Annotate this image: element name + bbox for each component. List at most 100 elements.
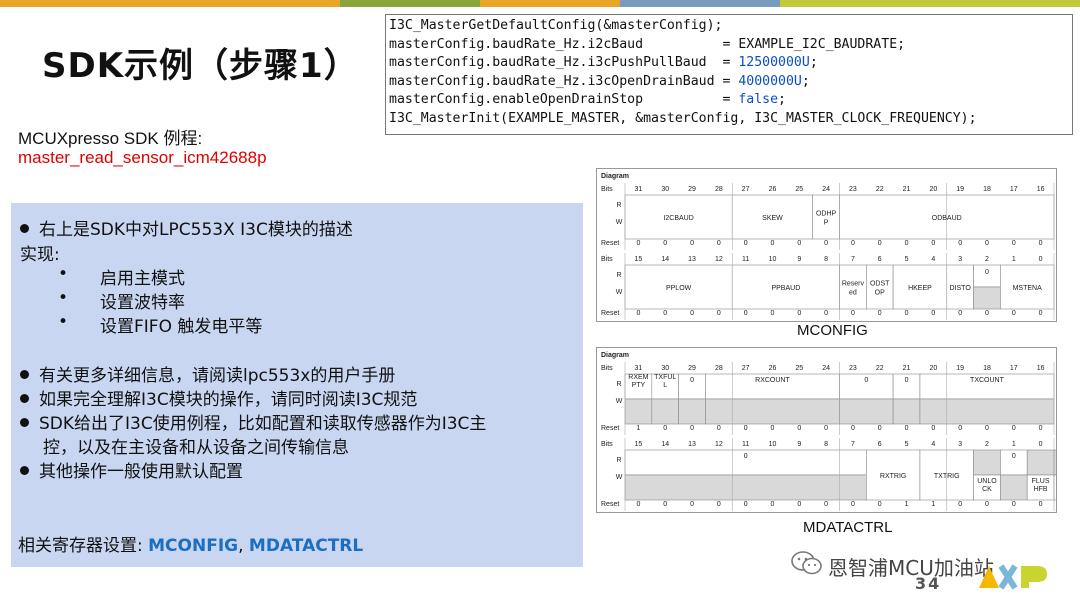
reset-value: 0 [717,240,721,247]
write-label: W [616,398,623,405]
reset-value: 1 [931,501,935,508]
reset-value: 0 [797,425,801,432]
reset-value: 0 [690,240,694,247]
bullet-text-continued: 控，以及在主设备和从设备之间传输信息 [43,438,349,458]
read-label: R [616,272,621,279]
reset-value: 0 [690,501,694,508]
diagram-title: Diagram [601,352,629,359]
sub-bullet-icon: • [58,288,69,308]
code-value: 4000000U [738,73,802,89]
field-write-reserved [919,398,1055,425]
reset-value: 0 [931,310,935,317]
field-name: PPBAUD [771,285,800,292]
reset-value: 0 [744,310,748,317]
field-name: TXFUL [654,374,676,381]
code-value: 12500000U [738,55,810,71]
bullet-dot-icon [20,369,29,379]
reset-value: 0 [878,240,882,247]
bullet-item: 右上是SDK中对LPC553X I3C模块的描述 [20,215,353,240]
reset-value: 0 [744,240,748,247]
reset-value: 0 [663,310,667,317]
bit-number: 22 [876,186,884,193]
register-diagram-svg: DiagramBits 31 30 29 28 27 26 25 24 23 22 21 20 19 18 1… [601,352,1056,511]
bit-number: 5 [905,441,909,448]
bit-number: 20 [929,186,937,193]
bit-number: 22 [876,365,884,372]
reset-value: 0 [878,310,882,317]
bit-number: 21 [903,365,911,372]
bit-number: 23 [849,186,857,193]
code-line: I3C_MasterInit(EXAMPLE_MASTER, &masterCo… [389,110,977,126]
code-line: I3C_MasterGetDefaultConfig(&masterConfig… [389,18,723,33]
register-link-mconfig[interactable]: MCONFIG [148,536,238,556]
bit-number: 18 [983,365,991,372]
bullet-item: 有关更多详细信息，请阅读lpc553x的用户手册 [20,361,395,386]
bullet-dot-icon [20,417,29,427]
reset-value: 0 [663,240,667,247]
bullet-dot-icon [20,465,29,475]
reset-label: Reset [601,240,619,247]
impl-label: 实现: [20,245,60,265]
top-color-bar [0,0,1080,7]
bullet-text: 有关更多详细信息，请阅读lpc553x的用户手册 [39,366,396,386]
bit-number: 27 [742,186,750,193]
bits-label: Bits [601,186,613,193]
reset-value: 0 [931,425,935,432]
bit-number: 27 [742,365,750,372]
reset-value: 0 [797,240,801,247]
reset-value: 0 [985,310,989,317]
bullet-item: 如果完全理解I3C模块的操作，请同时阅读I3C规范 [20,385,417,410]
bit-number: 16 [1037,365,1045,372]
bit-number: 24 [822,186,830,193]
reset-value: 0 [636,240,640,247]
bit-number: 4 [931,441,935,448]
field-name: ed [849,290,857,297]
reset-value: 0 [1039,240,1043,247]
reset-value: 0 [985,240,989,247]
reset-value: 0 [797,310,801,317]
mdatactrl-register-diagram: Diagram Bits 31 30 29 28 27 26 25 24 23 22 21 20 19 18 1… [596,347,1057,513]
bit-number: 26 [769,365,777,372]
reset-value: 0 [878,425,882,432]
bit-number: 25 [795,365,803,372]
reset-value: 0 [824,240,828,247]
register-link-mdatactrl[interactable]: MDATACTRL [249,536,363,556]
bits-label: Bits [601,365,613,372]
reset-value: 0 [663,501,667,508]
bit-number: 2 [985,256,989,263]
nxp-logo-text: NXP [1015,592,1017,594]
bit-number: 0 [1039,441,1043,448]
reset-value: 0 [985,425,989,432]
bit-number: 3 [958,441,962,448]
field-name: SKEW [762,215,783,222]
bit-number: 20 [929,365,937,372]
bit-number: 31 [635,186,643,193]
bit-number: 25 [795,186,803,193]
bit-number: 21 [903,186,911,193]
reset-value: 0 [905,425,909,432]
reset-label: Reset [601,425,619,432]
field-write-reserved [624,474,867,501]
bit-number: 14 [661,256,669,263]
bit-number: 13 [688,256,696,263]
code-line: masterConfig.baudRate_Hz.i3cPushPullBaud… [389,55,739,71]
top-bar-segment [0,0,340,7]
reset-value: 0 [744,501,748,508]
reset-value: 0 [1012,425,1016,432]
reset-value: 0 [771,310,775,317]
field-name: 0 [690,377,694,384]
reset-value: 0 [824,425,828,432]
reset-value: 0 [878,501,882,508]
reset-value: 0 [1039,425,1043,432]
bit-number: 6 [878,441,882,448]
reset-value: 0 [771,425,775,432]
bits-label: Bits [601,256,613,263]
field-name: L [663,382,667,389]
reset-value: 0 [771,240,775,247]
bit-number: 28 [715,365,723,372]
write-label: W [616,289,623,296]
bit-number: 8 [824,441,828,448]
bit-number: 30 [661,186,669,193]
reset-label: Reset [601,501,619,508]
bit-number: 12 [715,256,723,263]
